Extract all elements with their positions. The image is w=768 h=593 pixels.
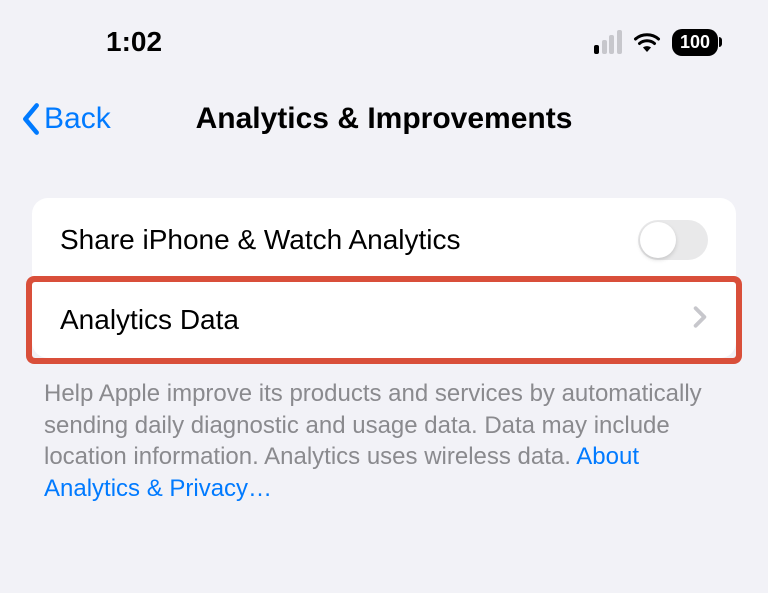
nav-bar: Back Analytics & Improvements [0,68,768,154]
footer-description: Help Apple improve its products and serv… [44,378,724,505]
status-icons: 100 [594,29,718,56]
toggle-knob [640,222,676,258]
back-label: Back [44,102,111,136]
wifi-icon [632,31,662,53]
chevron-right-icon [692,304,708,336]
battery-icon: 100 [672,29,718,56]
share-analytics-row[interactable]: Share iPhone & Watch Analytics [32,198,736,282]
settings-group: Share iPhone & Watch Analytics Analytics… [32,198,736,358]
page-title: Analytics & Improvements [196,102,573,136]
status-bar: 1:02 100 [0,0,768,68]
share-analytics-label: Share iPhone & Watch Analytics [60,224,461,256]
cellular-icon [594,30,622,54]
analytics-data-row[interactable]: Analytics Data [32,282,736,358]
share-analytics-toggle[interactable] [638,220,708,260]
analytics-data-label: Analytics Data [60,304,239,336]
back-button[interactable]: Back [20,102,111,136]
chevron-left-icon [20,102,42,136]
status-time: 1:02 [106,26,162,58]
